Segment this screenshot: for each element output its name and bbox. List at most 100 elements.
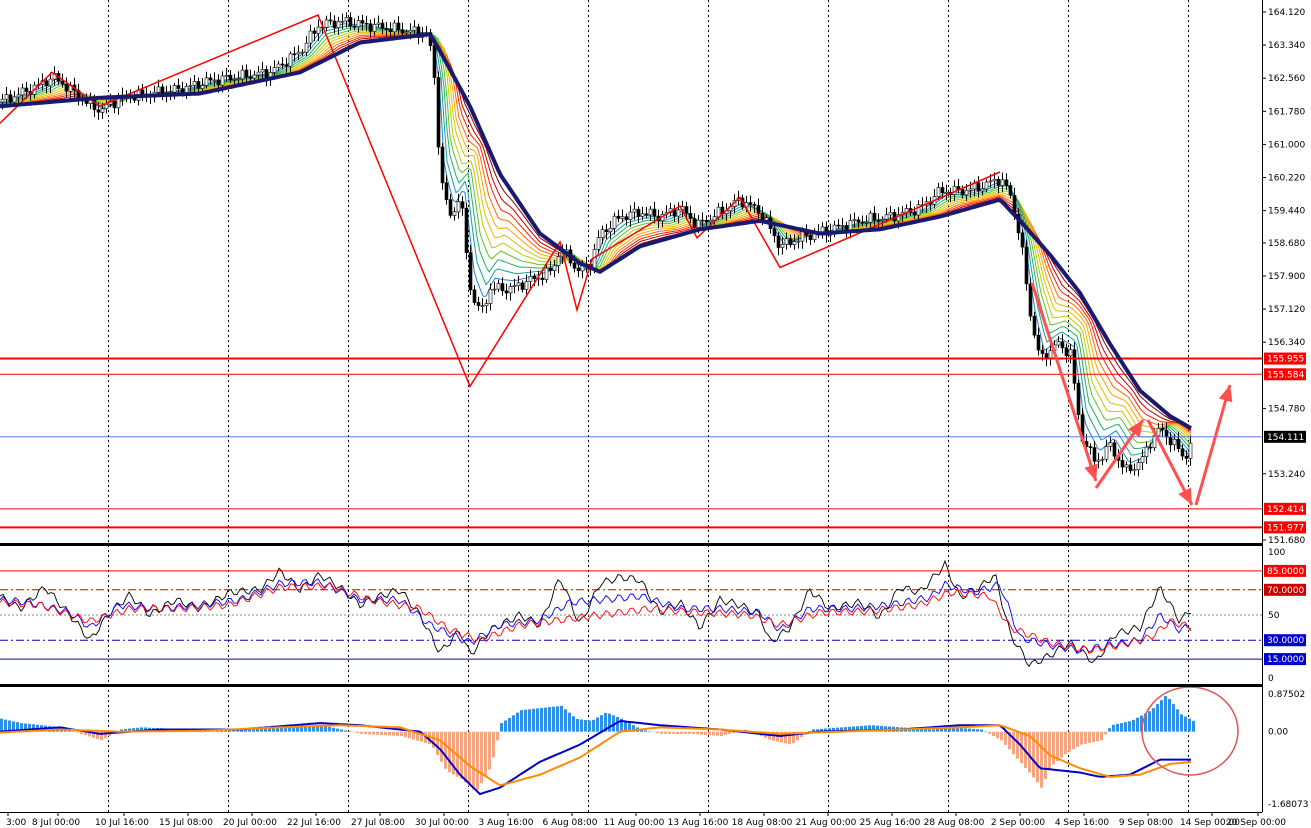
macd-bar	[332, 727, 335, 732]
candle-body	[60, 80, 65, 85]
candle-body	[592, 249, 597, 270]
candle-body	[492, 288, 497, 291]
macd-bar	[596, 717, 599, 732]
candle-body	[1188, 442, 1193, 459]
candle-body	[348, 17, 353, 27]
candle-body	[472, 289, 477, 303]
candle-body	[220, 75, 225, 86]
price-tick-label: 158.680	[1268, 239, 1305, 249]
candle-body	[260, 69, 265, 73]
macd-bar	[1188, 718, 1191, 732]
candle-body	[840, 225, 845, 227]
candle-body	[92, 98, 97, 111]
macd-bar	[960, 728, 963, 732]
price-panel	[0, 0, 1262, 543]
macd-bar	[468, 731, 471, 786]
macd-bar	[724, 731, 727, 735]
macd-bar	[432, 731, 435, 749]
candle-body	[1120, 460, 1125, 468]
candle-body	[1068, 349, 1073, 357]
macd-bar	[1088, 731, 1091, 743]
macd-bar	[472, 731, 475, 790]
candle-body	[964, 189, 969, 196]
macd-bar	[1112, 724, 1115, 732]
candle-body	[868, 212, 873, 223]
macd-bar	[1060, 731, 1063, 758]
candle-body	[1040, 349, 1045, 354]
candle-body	[44, 80, 49, 86]
candle-body	[520, 282, 525, 290]
macd-bar	[344, 730, 347, 732]
candle-body	[1036, 334, 1041, 351]
macd-bar	[660, 731, 663, 734]
candle-body	[296, 51, 301, 55]
macd-bar	[388, 731, 391, 736]
macd-bar	[520, 710, 523, 732]
macd-bar	[392, 731, 395, 736]
macd-bar	[384, 731, 387, 736]
candle-body	[104, 104, 109, 110]
candle-body	[352, 25, 357, 28]
candle-body	[996, 179, 1001, 186]
candle-body	[640, 213, 645, 217]
candle-body	[304, 42, 309, 53]
macd-bar	[552, 706, 555, 732]
macd-bar	[372, 731, 375, 735]
candle-body	[764, 217, 769, 221]
candle-body	[888, 212, 893, 216]
macd-bar	[556, 706, 559, 732]
candle-body	[496, 283, 501, 290]
macd-bar	[4, 719, 7, 732]
macd-bar	[516, 712, 519, 732]
candle-body	[232, 78, 237, 81]
candle-body	[1100, 458, 1105, 461]
time-tick-label: 30 Jul 00:00	[415, 818, 469, 828]
candle-body	[368, 23, 373, 32]
macd-bar	[1064, 731, 1067, 755]
macd-bar	[488, 731, 491, 770]
candle-body	[548, 267, 553, 272]
time-tick-label: 25 Aug 16:00	[860, 818, 921, 828]
candle-body	[604, 229, 609, 232]
candle-body	[808, 235, 813, 240]
macd-bar	[576, 718, 579, 732]
candle-body	[848, 220, 853, 232]
candle-body	[396, 22, 401, 30]
macd-bar	[564, 709, 567, 732]
candle-body	[1088, 446, 1093, 448]
time-tick-label: 20 Jul 00:00	[223, 818, 277, 828]
macd-bar	[404, 731, 407, 738]
macd-bar	[1176, 709, 1179, 732]
macd-bar	[464, 731, 467, 783]
macd-bar	[992, 731, 995, 736]
macd-panel	[0, 688, 1262, 812]
macd-bar	[560, 705, 563, 732]
macd-bar	[1048, 731, 1051, 771]
time-tick-label: 3 Aug 16:00	[479, 818, 534, 828]
candle-body	[696, 219, 701, 228]
level-badge-label: 155.955	[1267, 355, 1304, 365]
candle-body	[1020, 232, 1025, 248]
candle-body	[1184, 455, 1189, 459]
candle-body	[852, 219, 857, 222]
candle-body	[96, 109, 101, 113]
time-tick-label: 28 Aug 08:00	[924, 818, 985, 828]
candle-body	[512, 285, 517, 287]
candle-body	[324, 19, 329, 28]
macd-bar	[728, 731, 731, 734]
candle-body	[608, 228, 613, 233]
candle-body	[980, 188, 985, 192]
macd-bar	[324, 726, 327, 732]
macd-bar	[1184, 716, 1187, 732]
macd-bar	[400, 731, 403, 736]
candle-body	[256, 71, 261, 76]
candle-body	[84, 100, 89, 104]
macd-bar	[808, 731, 811, 732]
candle-body	[480, 305, 485, 307]
macd-bar	[1016, 731, 1019, 759]
candle-body	[1128, 464, 1133, 472]
candle-body	[1164, 429, 1169, 438]
candle-body	[156, 86, 161, 93]
candle-body	[408, 29, 413, 33]
macd-bar	[484, 731, 487, 777]
